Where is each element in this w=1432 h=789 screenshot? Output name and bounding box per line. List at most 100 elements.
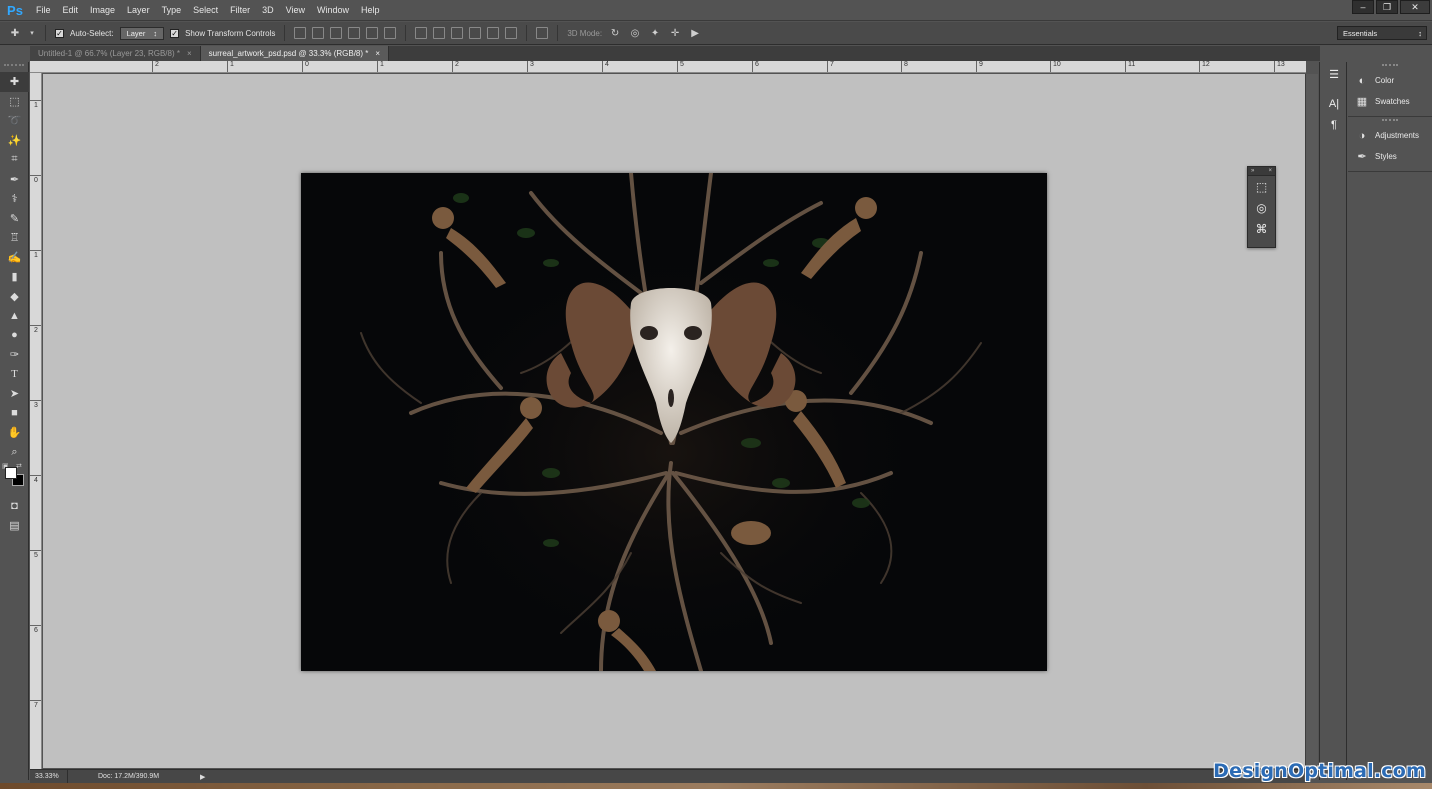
3d-slide-icon[interactable]: ✛ bbox=[668, 26, 682, 40]
dropdown-arrow-icon: ↕ bbox=[153, 28, 158, 38]
separator bbox=[45, 25, 46, 41]
history-icon[interactable]: ☰ bbox=[1320, 64, 1348, 85]
ruler-vertical[interactable]: 1 0 1 2 3 4 5 6 7 bbox=[30, 73, 42, 769]
align-right-icon[interactable] bbox=[384, 27, 397, 39]
dodge-tool-icon[interactable]: ● bbox=[0, 326, 29, 346]
clone-stamp-tool-icon[interactable]: ♖ bbox=[0, 228, 29, 248]
path-selection-tool-icon[interactable]: ➤ bbox=[0, 384, 29, 404]
menu-edit[interactable]: Edit bbox=[57, 0, 85, 21]
canvas-workspace[interactable] bbox=[43, 74, 1305, 768]
blur-tool-icon[interactable]: ▲ bbox=[0, 306, 29, 326]
move-tool-preset-icon[interactable]: ✚ bbox=[8, 26, 22, 40]
align-vcenter-icon[interactable] bbox=[312, 27, 325, 39]
auto-select-target-dropdown[interactable]: Layer ↕ bbox=[119, 26, 165, 40]
3d-pan-icon[interactable]: ✦ bbox=[648, 26, 662, 40]
hand-tool-icon[interactable]: ✋ bbox=[0, 423, 29, 443]
ruler-horizontal[interactable]: 2 1 0 1 2 3 4 5 6 7 8 9 10 11 12 13 bbox=[30, 61, 1306, 73]
marquee-tool-icon[interactable]: ⬚ bbox=[0, 92, 29, 112]
tab-untitled-1[interactable]: Untitled-1 @ 66.7% (Layer 23, RGB/8) * × bbox=[30, 46, 201, 61]
floating-panel-header[interactable]: » × bbox=[1248, 167, 1275, 176]
workspace-dropdown[interactable]: Essentials ↕ bbox=[1337, 26, 1427, 40]
3d-rotate-icon[interactable]: ↻ bbox=[608, 26, 622, 40]
quick-mask-icon[interactable]: ◘ bbox=[0, 496, 29, 516]
status-menu-arrow-icon[interactable]: ▶ bbox=[200, 773, 205, 781]
panel-grip[interactable] bbox=[1382, 64, 1398, 67]
close-icon[interactable]: × bbox=[1268, 168, 1272, 174]
zoom-level-field[interactable]: 33.33% bbox=[30, 769, 68, 784]
character-icon[interactable]: A| bbox=[1320, 93, 1348, 114]
menu-image[interactable]: Image bbox=[84, 0, 121, 21]
distribute-bottom-icon[interactable] bbox=[451, 27, 464, 39]
auto-align-icon[interactable] bbox=[536, 27, 549, 39]
rectangle-tool-icon[interactable]: ■ bbox=[0, 404, 29, 424]
document-canvas-artwork[interactable] bbox=[301, 173, 1047, 671]
swatches-panel-button[interactable]: ▦ Swatches bbox=[1348, 91, 1432, 112]
adjustments-panel-button[interactable]: ◑ Adjustments bbox=[1348, 125, 1432, 146]
collapse-icon[interactable]: » bbox=[1251, 168, 1254, 174]
minimize-button[interactable]: – bbox=[1352, 0, 1374, 14]
panel-label: Color bbox=[1375, 76, 1395, 85]
ruler-tick-label: 8 bbox=[901, 61, 908, 72]
move-tool-icon[interactable]: ✚ bbox=[0, 72, 29, 92]
floating-panel-dock: » × ⬚ ◎ ⌘ bbox=[1247, 166, 1276, 248]
menu-help[interactable]: Help bbox=[355, 0, 386, 21]
restore-button[interactable]: ❐ bbox=[1376, 0, 1398, 14]
show-transform-checkbox[interactable]: ✓ bbox=[170, 28, 180, 38]
history-brush-tool-icon[interactable]: ✍ bbox=[0, 248, 29, 268]
layers-icon[interactable]: ⬚ bbox=[1248, 176, 1275, 197]
menu-file[interactable]: File bbox=[30, 0, 57, 21]
type-tool-icon[interactable]: T bbox=[0, 365, 29, 385]
paint-bucket-tool-icon[interactable]: ◆ bbox=[0, 287, 29, 307]
menu-view[interactable]: View bbox=[280, 0, 311, 21]
lasso-tool-icon[interactable]: ➰ bbox=[0, 111, 29, 131]
auto-select-checkbox[interactable]: ✓ bbox=[55, 28, 64, 38]
align-bottom-icon[interactable] bbox=[330, 27, 343, 39]
distribute-left-icon[interactable] bbox=[469, 27, 482, 39]
menu-select[interactable]: Select bbox=[187, 0, 224, 21]
3d-roll-icon[interactable]: ◎ bbox=[628, 26, 642, 40]
ruler-tick-label: 12 bbox=[1199, 61, 1210, 72]
color-panel-button[interactable]: ◐ Color bbox=[1348, 70, 1432, 91]
paragraph-icon[interactable]: ¶ bbox=[1320, 114, 1348, 135]
distribute-right-icon[interactable] bbox=[505, 27, 518, 39]
align-top-icon[interactable] bbox=[294, 27, 307, 39]
brush-tool-icon[interactable]: ✎ bbox=[0, 209, 29, 229]
magic-wand-tool-icon[interactable]: ✨ bbox=[0, 131, 29, 151]
3d-scale-icon[interactable]: ▶ bbox=[688, 26, 702, 40]
ruler-tick-label: 6 bbox=[30, 625, 41, 634]
crop-tool-icon[interactable]: ⌗ bbox=[0, 150, 29, 170]
align-hcenter-icon[interactable] bbox=[366, 27, 379, 39]
adjustments-icon: ◑ bbox=[1358, 129, 1366, 142]
close-tab-icon[interactable]: × bbox=[187, 49, 192, 58]
chevron-down-icon[interactable]: ▾ bbox=[28, 26, 36, 40]
status-bar: 33.33% Doc: 17.2M/390.9M ▶ bbox=[30, 769, 1306, 784]
vertical-scrollbar[interactable] bbox=[1305, 74, 1318, 768]
styles-panel-button[interactable]: ✒ Styles bbox=[1348, 146, 1432, 167]
close-tab-icon[interactable]: × bbox=[375, 49, 380, 58]
panel-grip[interactable] bbox=[1382, 119, 1398, 122]
tools-panel: ✚ ⬚ ➰ ✨ ⌗ ✒ ⚕ ✎ ♖ ✍ ▮ ◆ ▲ ● ✑ T ➤ ■ ✋ ⌕ … bbox=[0, 62, 29, 780]
distribute-vcenter-icon[interactable] bbox=[433, 27, 446, 39]
menu-3d[interactable]: 3D bbox=[256, 0, 280, 21]
paths-icon[interactable]: ⌘ bbox=[1248, 218, 1275, 239]
eyedropper-tool-icon[interactable]: ✒ bbox=[0, 170, 29, 190]
foreground-color[interactable] bbox=[5, 467, 17, 479]
menu-window[interactable]: Window bbox=[311, 0, 355, 21]
ruler-tick-label: 0 bbox=[30, 175, 41, 184]
menu-type[interactable]: Type bbox=[156, 0, 188, 21]
distribute-top-icon[interactable] bbox=[415, 27, 428, 39]
channels-icon[interactable]: ◎ bbox=[1248, 197, 1275, 218]
healing-brush-tool-icon[interactable]: ⚕ bbox=[0, 189, 29, 209]
menu-layer[interactable]: Layer bbox=[121, 0, 156, 21]
ruler-tick-label: 13 bbox=[1274, 61, 1285, 72]
align-left-icon[interactable] bbox=[348, 27, 361, 39]
menu-filter[interactable]: Filter bbox=[224, 0, 256, 21]
distribute-hcenter-icon[interactable] bbox=[487, 27, 500, 39]
zoom-tool-icon[interactable]: ⌕ bbox=[0, 443, 29, 463]
eraser-tool-icon[interactable]: ▮ bbox=[0, 267, 29, 287]
tab-surreal-artwork[interactable]: surreal_artwork_psd.psd @ 33.3% (RGB/8) … bbox=[200, 46, 390, 61]
pen-tool-icon[interactable]: ✑ bbox=[0, 345, 29, 365]
close-window-button[interactable]: ✕ bbox=[1400, 0, 1430, 14]
panel-grip[interactable] bbox=[4, 64, 24, 70]
screen-mode-icon[interactable]: ▤ bbox=[0, 516, 29, 536]
